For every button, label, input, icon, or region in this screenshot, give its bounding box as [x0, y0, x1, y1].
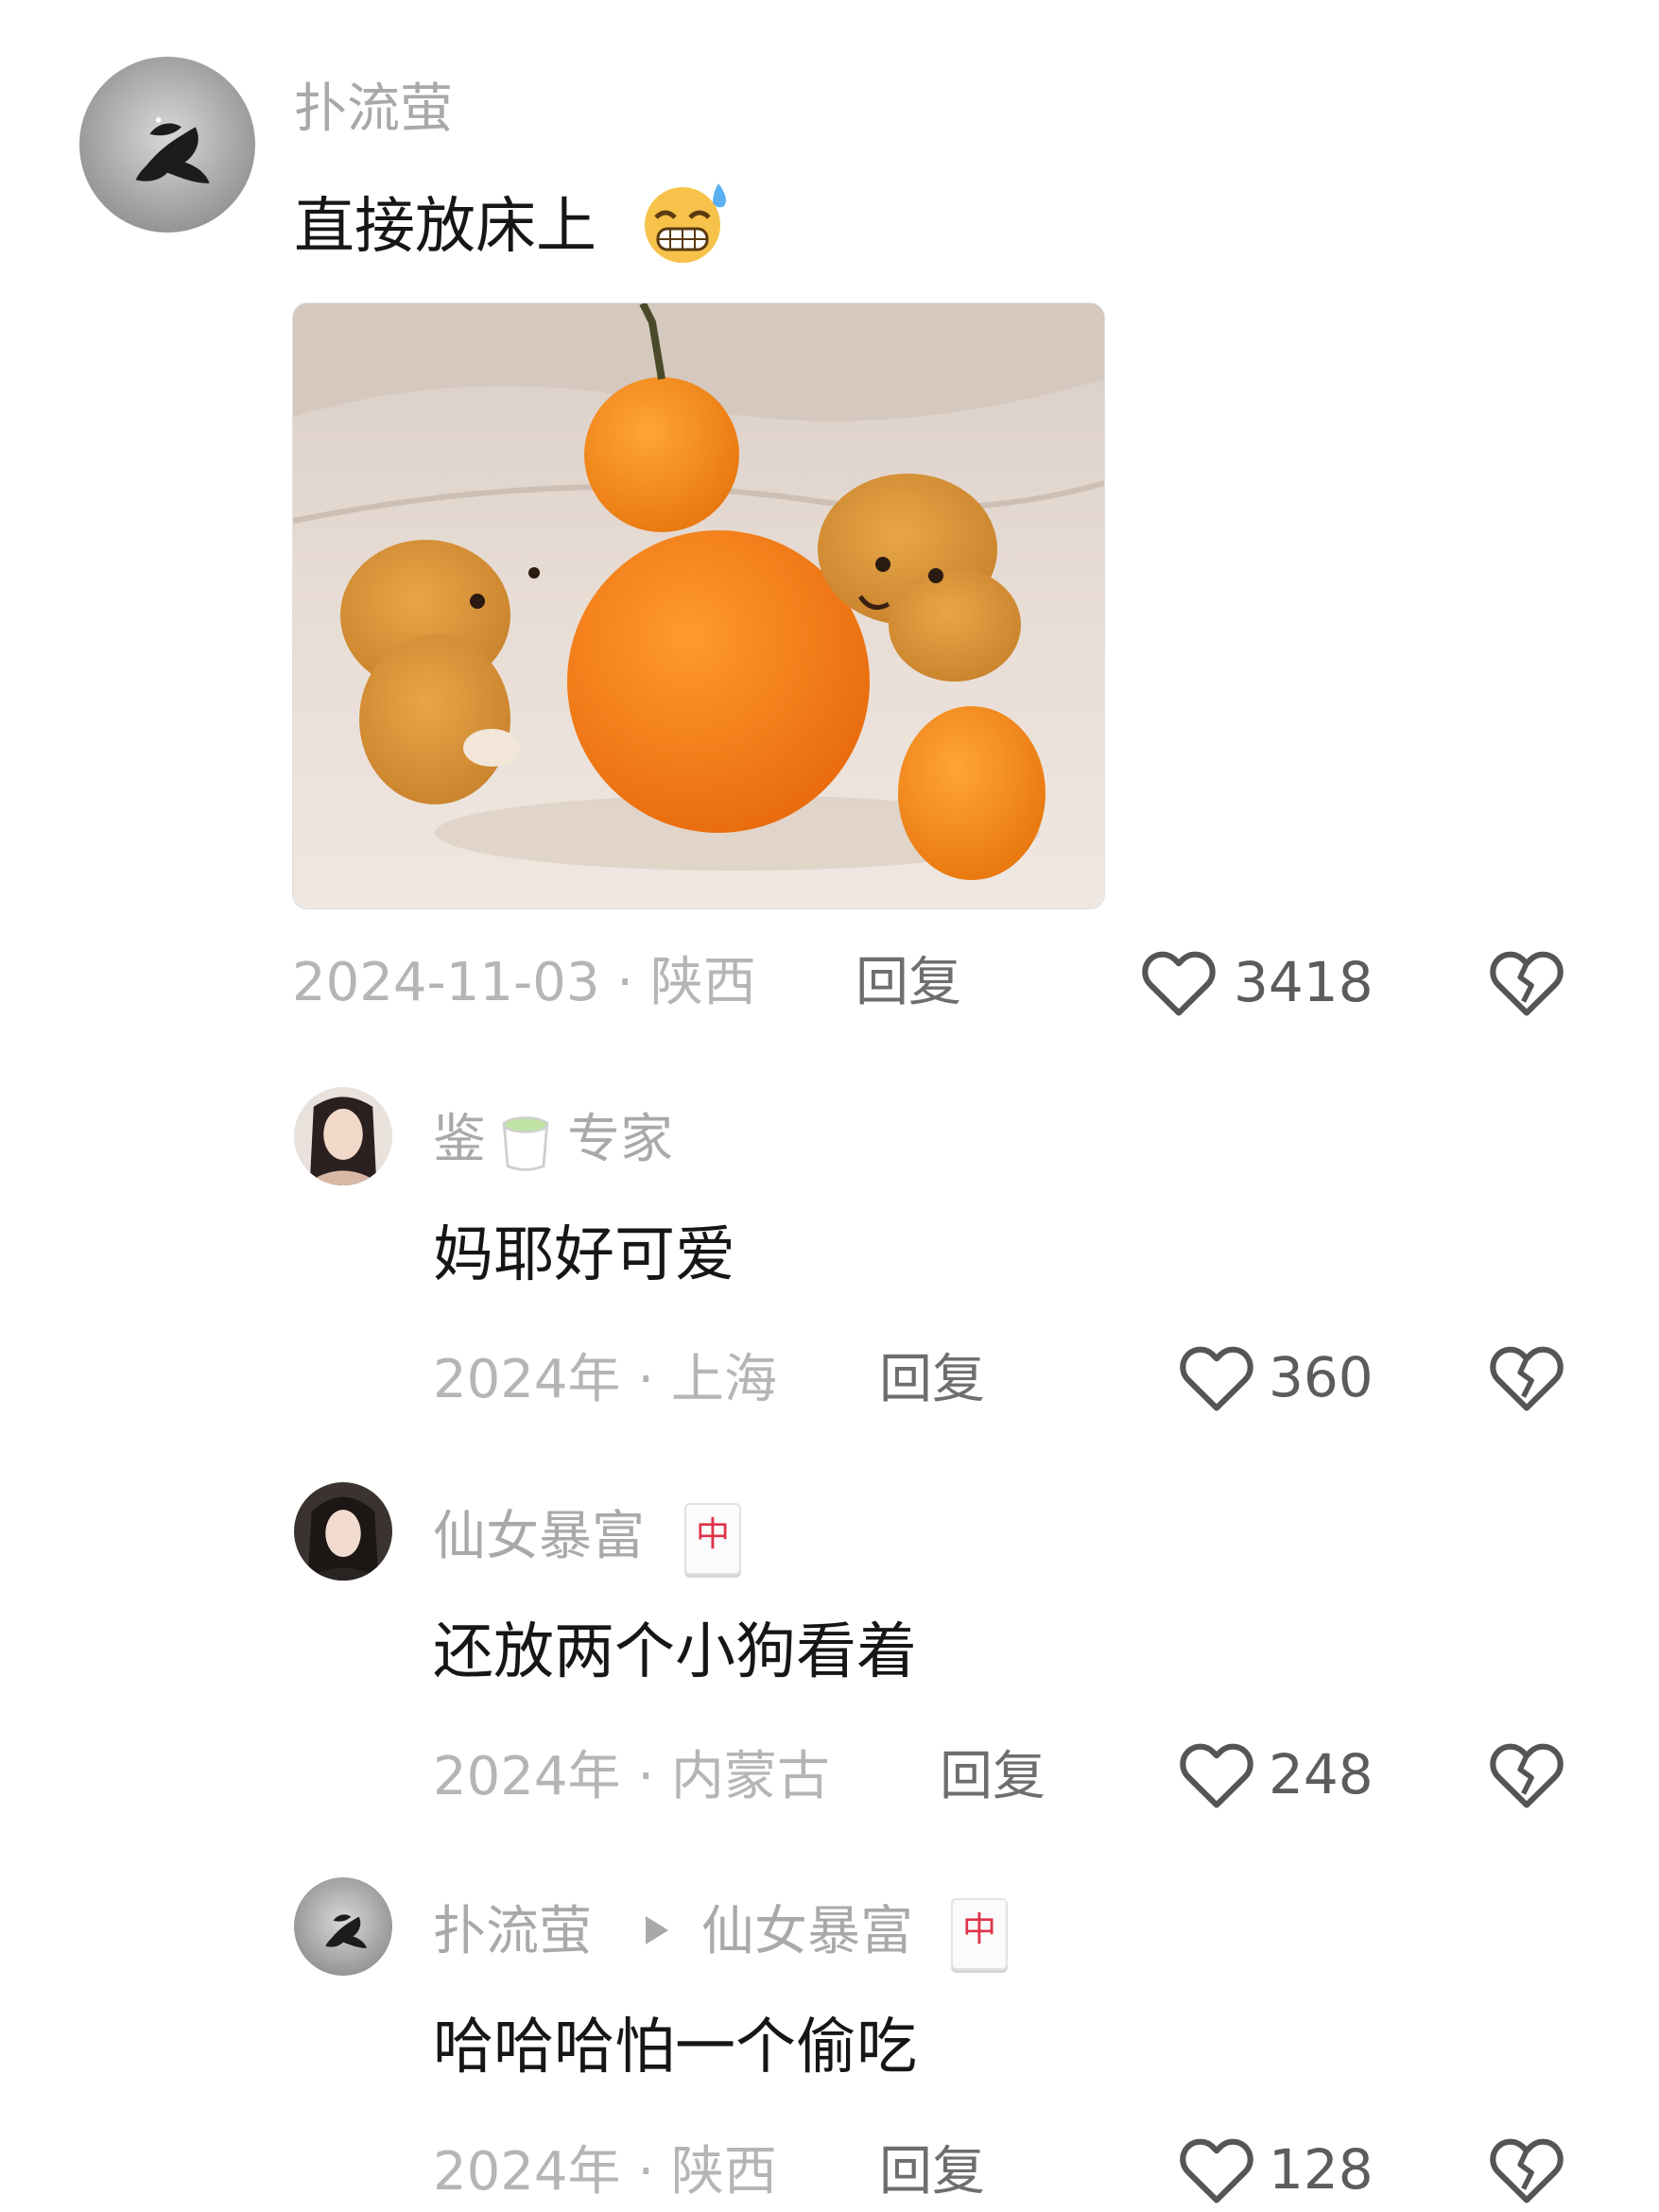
- avatar[interactable]: [294, 1877, 392, 1976]
- badge-char: 中: [695, 1515, 730, 1554]
- date-location: 2024年 · 内蒙古: [433, 1746, 830, 1807]
- badge-char: 中: [961, 1910, 996, 1949]
- heart-icon[interactable]: [1178, 2133, 1255, 2206]
- mahjong-red-dragon-icon: 中: [951, 1898, 1008, 1970]
- broken-heart-icon[interactable]: [1488, 1340, 1565, 1414]
- heart-icon[interactable]: [1140, 945, 1218, 1019]
- date-location: 2024年 · 陕西: [433, 2141, 777, 2203]
- comment-image[interactable]: [292, 302, 1105, 909]
- avatar[interactable]: [294, 1087, 392, 1185]
- avatar[interactable]: [294, 1482, 392, 1581]
- broken-heart-icon[interactable]: [1488, 945, 1565, 1019]
- comment-text: 直接放床上: [294, 197, 596, 257]
- teacup-emoji-icon: [490, 1104, 562, 1178]
- username[interactable]: 仙女暴富: [433, 1511, 645, 1564]
- heart-icon[interactable]: [1178, 1737, 1255, 1811]
- date-location: 2024年 · 上海: [433, 1349, 777, 1410]
- avatar[interactable]: [79, 57, 255, 233]
- reply-button[interactable]: 回复: [879, 1354, 985, 1407]
- username[interactable]: 扑流萤: [294, 83, 453, 136]
- date-location: 2024-11-03 · 陕西: [292, 952, 756, 1013]
- reply-button[interactable]: 回复: [879, 2146, 985, 2199]
- like-count: 360: [1269, 1345, 1374, 1409]
- like-count: 3418: [1234, 950, 1374, 1014]
- grimacing-sweat-emoji-icon: [639, 180, 734, 267]
- like-count: 128: [1269, 2137, 1374, 2202]
- username-part: 鉴: [433, 1109, 486, 1170]
- like-count: 248: [1269, 1742, 1374, 1806]
- username[interactable]: 鉴: [433, 1114, 486, 1166]
- triangle-right-icon: [643, 1913, 671, 1947]
- reply-to-username[interactable]: 仙女暴富: [701, 1906, 913, 1959]
- comment-text: 妈耶好可爱: [433, 1220, 735, 1290]
- heart-icon[interactable]: [1178, 1340, 1255, 1414]
- comment-text: 还放两个小狗看着: [433, 1617, 917, 1687]
- broken-heart-icon[interactable]: [1488, 1737, 1565, 1811]
- reply-button[interactable]: 回复: [855, 957, 961, 1010]
- mahjong-red-dragon-icon: 中: [684, 1503, 741, 1575]
- username-suffix[interactable]: 专家: [567, 1114, 673, 1166]
- username[interactable]: 扑流萤: [433, 1906, 592, 1959]
- comment-text-body: 直接放床上: [294, 192, 596, 262]
- broken-heart-icon[interactable]: [1488, 2133, 1565, 2206]
- comment-text: 哈哈哈怕一个偷吃: [433, 2013, 917, 2082]
- reply-button[interactable]: 回复: [940, 1751, 1046, 1804]
